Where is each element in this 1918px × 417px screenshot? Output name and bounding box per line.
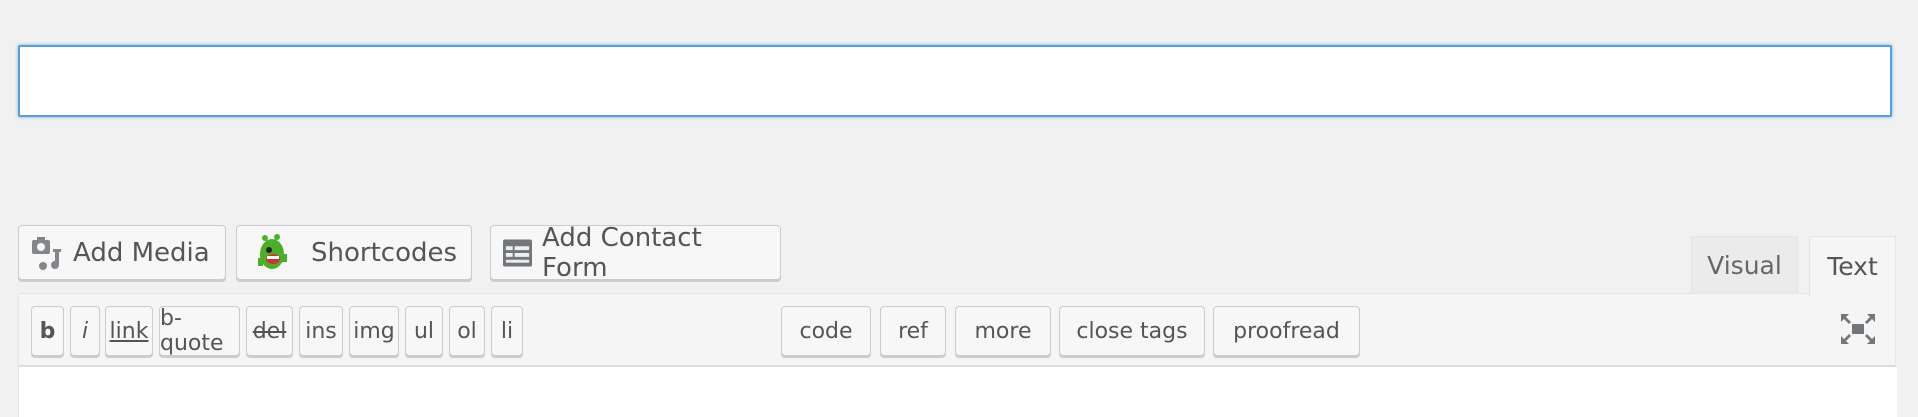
camera-music-icon <box>32 236 61 270</box>
qt-ins-button[interactable]: ins <box>299 306 343 356</box>
qt-ol-button[interactable]: ol <box>449 306 485 356</box>
title-input[interactable] <box>18 45 1892 117</box>
fullscreen-icon[interactable] <box>1841 314 1875 344</box>
form-icon <box>503 238 533 267</box>
add-contact-form-label: Add Contact Form <box>542 222 702 283</box>
qt-proofread-button[interactable]: proofread <box>1213 306 1360 356</box>
shortcodes-button[interactable]: Shortcodes <box>236 225 472 280</box>
qt-ref-button[interactable]: ref <box>880 306 946 356</box>
qt-italic-button[interactable]: i <box>70 306 100 356</box>
shortcodes-label: Shortcodes <box>311 237 458 268</box>
qt-ul-button[interactable]: ul <box>405 306 443 356</box>
qt-bquote-button[interactable]: b-quote <box>159 306 240 356</box>
tab-text[interactable]: Text <box>1809 236 1896 296</box>
add-media-button[interactable]: Add Media <box>18 225 226 280</box>
qt-li-button[interactable]: li <box>491 306 523 356</box>
qt-close-tags-button[interactable]: close tags <box>1059 306 1205 356</box>
qt-link-button[interactable]: link <box>105 306 153 356</box>
add-contact-form-button[interactable]: Add Contact Form <box>490 222 781 283</box>
tab-visual-label: Visual <box>1707 251 1782 280</box>
tab-text-label: Text <box>1827 252 1878 281</box>
add-media-label: Add Media <box>73 237 210 268</box>
qt-more-button[interactable]: more <box>955 306 1051 356</box>
qt-bold-button[interactable]: b <box>31 306 64 356</box>
qt-code-button[interactable]: code <box>781 306 871 356</box>
qt-del-button[interactable]: del <box>246 306 293 356</box>
qt-img-button[interactable]: img <box>349 306 399 356</box>
quicktags-toolbar: b i link b-quote del ins img ul ol li co… <box>18 293 1896 367</box>
editor-textarea[interactable] <box>18 367 1897 417</box>
tab-visual[interactable]: Visual <box>1691 236 1798 294</box>
green-monster-icon <box>258 233 287 269</box>
